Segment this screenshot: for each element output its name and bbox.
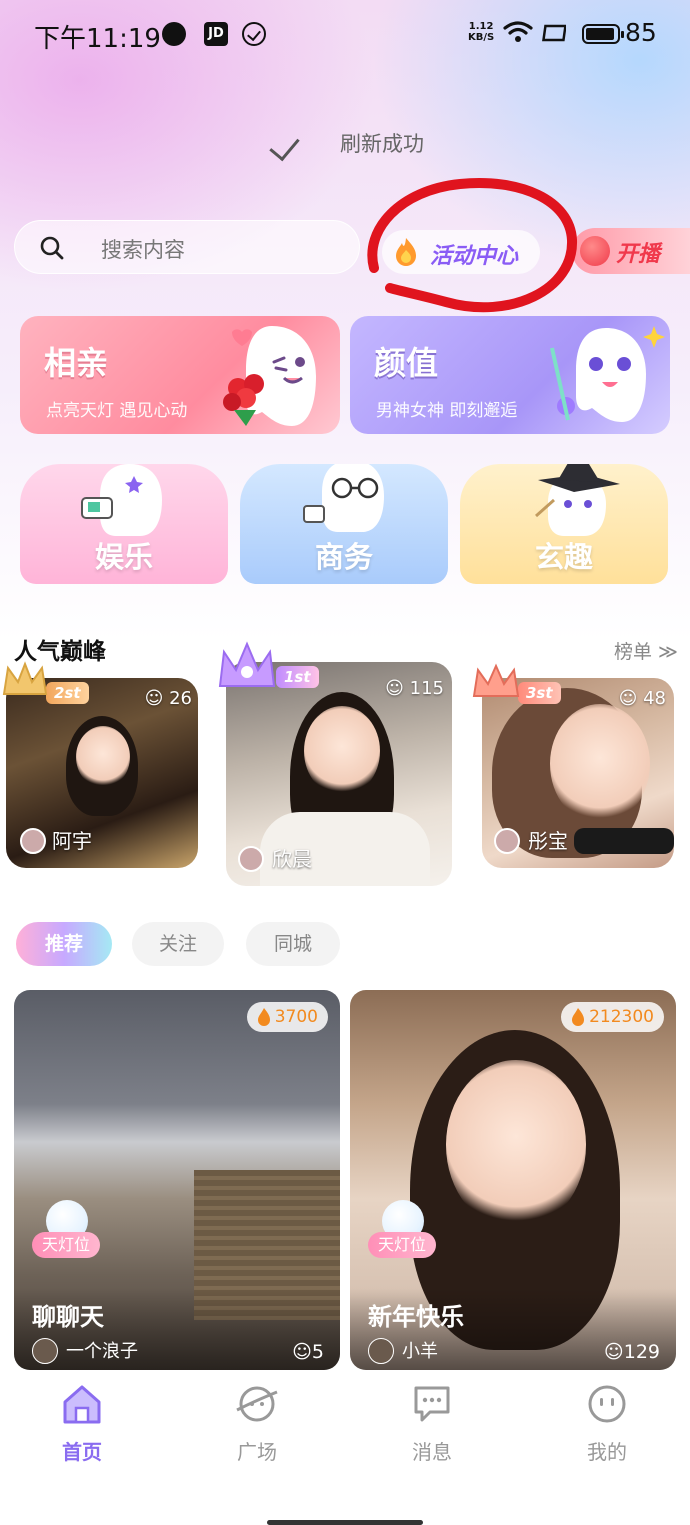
heat-badge: 212300 (561, 1002, 664, 1032)
flame-icon (257, 1008, 270, 1026)
host-name: 欣晨 (272, 847, 312, 871)
checkmark-icon (269, 129, 300, 162)
search-icon (40, 236, 64, 260)
ranking-link[interactable]: 榜单 ≫ (614, 637, 678, 664)
lantern-label: 天灯位 (368, 1232, 436, 1258)
nav-label: 广场 (237, 1440, 277, 1464)
tab-nearby[interactable]: 同城 (246, 922, 340, 966)
viewer-count: ☺ 48 (618, 688, 666, 709)
status-time: 下午11:19 (34, 24, 161, 54)
network-speed: 1.12 KB/S (468, 21, 495, 43)
activity-center-label: 活动中心 (430, 244, 519, 269)
popular-card[interactable]: 3st ☺ 48 彤宝 (482, 678, 674, 868)
wifi-icon (503, 21, 533, 42)
lantern-label: 天灯位 (32, 1232, 100, 1258)
go-live-button[interactable]: 开播 (572, 228, 690, 274)
chat-notification-icon (162, 22, 186, 46)
popular-card[interactable]: 2st ☺ 26 阿宇 (6, 678, 198, 868)
category-subtitle: 点亮天灯 遇见心动 (46, 401, 188, 421)
category-subtitle: 男神女神 即刻邂逅 (376, 401, 518, 421)
tab-recommended[interactable]: 推荐 (16, 922, 112, 966)
status-bar: 下午11:19 JD 1.12 KB/S 85 (0, 0, 690, 68)
category-business-card[interactable]: 商务 (240, 464, 448, 584)
sky-lantern-badge: 天灯位 (32, 1200, 102, 1270)
activity-center-button[interactable]: 活动中心 (382, 230, 540, 274)
ghost-wizard-icon (535, 464, 620, 536)
nav-label: 我的 (587, 1440, 627, 1464)
category-dating-card[interactable]: 相亲 点亮天灯 遇见心动 (20, 316, 340, 434)
home-indicator (267, 1520, 423, 1525)
sky-lantern-badge: 天灯位 (368, 1200, 438, 1270)
ghost-roses-icon (223, 326, 316, 426)
stream-title: 新年快乐 (368, 1303, 464, 1331)
nav-label: 首页 (62, 1440, 102, 1464)
nav-label: 消息 (412, 1440, 452, 1464)
stream-card[interactable]: 3700 天灯位 聊聊天 一个浪子 ☺5 (14, 990, 340, 1370)
flame-icon (572, 1008, 585, 1026)
category-title: 相亲 (44, 344, 109, 382)
host-avatar (368, 1338, 394, 1364)
battery-level: 85 (625, 18, 657, 47)
go-live-label: 开播 (616, 242, 661, 267)
viewer-count: ☺5 (292, 1341, 324, 1363)
home-icon (63, 1385, 101, 1424)
stream-card[interactable]: 212300 天灯位 新年快乐 小羊 ☺129 (350, 990, 676, 1370)
crown-bronze-icon (472, 663, 520, 697)
live-heart-icon (580, 236, 610, 266)
profile-face-icon (588, 1385, 626, 1423)
category-title: 娱乐 (94, 540, 153, 574)
host-avatar (238, 846, 264, 872)
rank-badge: 3st (518, 682, 561, 704)
refresh-text: 刷新成功 (340, 132, 424, 156)
ghost-star-icon (550, 326, 665, 422)
host-choker (574, 828, 674, 854)
message-icon (414, 1386, 450, 1422)
category-looks-card[interactable]: 颜值 男神女神 即刻邂逅 (350, 316, 670, 434)
flame-icon (396, 238, 416, 266)
screen-cast-icon (542, 24, 566, 42)
host-avatar (32, 1338, 58, 1364)
rank-badge: 1st (276, 666, 319, 688)
host-name: 一个浪子 (66, 1341, 138, 1362)
popular-card[interactable]: 1st ☺ 115 欣晨 (226, 662, 452, 886)
host-avatar (20, 828, 46, 854)
viewer-count: ☺ 26 (144, 688, 192, 709)
ghost-gamepad-icon (81, 464, 162, 536)
stream-title: 聊聊天 (32, 1303, 104, 1331)
viewer-count: ☺129 (603, 1341, 660, 1363)
ghost-glasses-icon (303, 464, 384, 532)
search-bar[interactable]: 搜索内容 (14, 220, 360, 274)
viewer-count: ☺ 115 (385, 678, 444, 699)
battery-icon (582, 24, 624, 44)
bottom-nav: 首页 广场 消息 我的 (0, 1370, 690, 1525)
category-entertainment-card[interactable]: 娱乐 (20, 464, 228, 584)
crown-purple-icon (218, 641, 276, 687)
category-title: 颜值 (374, 344, 439, 382)
planet-face-icon (236, 1386, 278, 1422)
category-title: 玄趣 (534, 540, 593, 574)
category-title: 商务 (314, 540, 373, 574)
host-face (550, 704, 650, 824)
jd-app-icon: JD (204, 22, 228, 46)
host-name: 阿宇 (52, 829, 92, 853)
check-circle-icon (242, 22, 266, 46)
host-face (304, 706, 380, 796)
host-face (76, 726, 130, 788)
rank-badge: 2st (46, 682, 89, 704)
host-avatar (494, 828, 520, 854)
category-mystic-card[interactable]: 玄趣 (460, 464, 668, 584)
refresh-indicator: 刷新成功 (269, 124, 470, 164)
host-face (446, 1060, 586, 1230)
heat-badge: 3700 (246, 1002, 328, 1032)
tab-following[interactable]: 关注 (132, 922, 224, 966)
host-name: 小羊 (402, 1341, 438, 1362)
crown-silver-icon (2, 661, 48, 695)
host-name: 彤宝 (528, 829, 568, 853)
search-placeholder: 搜索内容 (101, 238, 185, 262)
